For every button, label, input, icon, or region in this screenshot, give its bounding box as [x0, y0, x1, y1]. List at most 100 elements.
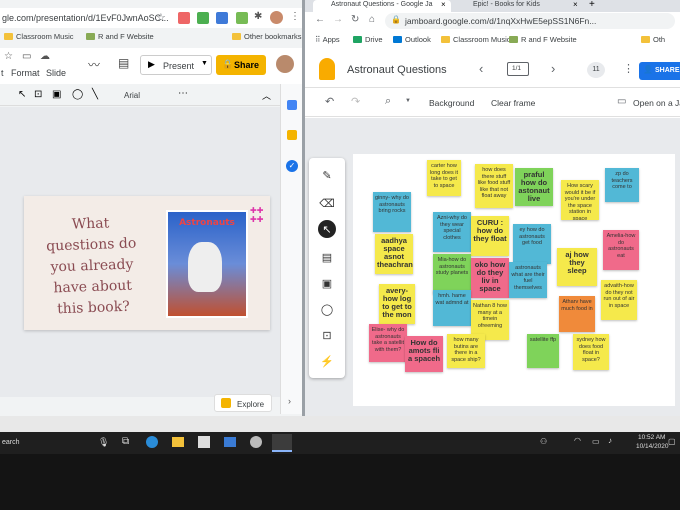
sticky-note[interactable]: praful how do astonaut live	[515, 168, 553, 206]
zoom-icon[interactable]: ⌕	[385, 95, 391, 108]
sticky-note-icon[interactable]: ▤	[318, 248, 336, 266]
avatar[interactable]	[276, 55, 294, 73]
line-icon[interactable]: ╲	[92, 89, 98, 100]
sticky-note[interactable]: Amelia-how do astronauts eat	[603, 230, 639, 270]
tab-epic[interactable]: Epic! - Books for Kids ×	[455, 0, 585, 12]
sticky-note[interactable]: avery-how log to get to the mon	[379, 284, 415, 324]
next-frame-icon[interactable]: ›	[551, 61, 555, 76]
reload-icon[interactable]: ↻	[351, 14, 359, 25]
present-button[interactable]: ▶ Present ▼	[140, 55, 212, 75]
tab-astronaut-questions[interactable]: Astronaut Questions - Google Ja ×	[313, 0, 451, 12]
bookmark-item[interactable]: R and F Website	[86, 32, 154, 41]
slide-text[interactable]: What questions do you already have about…	[36, 212, 148, 321]
sticky-note[interactable]: sydney how does food float in space?	[573, 334, 609, 370]
sticky-note[interactable]: aj how they sleep	[557, 248, 597, 286]
task-view-icon[interactable]: ⧉	[122, 436, 129, 447]
star-icon[interactable]: ☆	[156, 11, 166, 24]
close-icon[interactable]: ×	[573, 0, 578, 9]
more-menu-icon[interactable]: ⋮	[623, 62, 634, 75]
pen-icon[interactable]: ✎	[318, 166, 336, 184]
calendar-icon[interactable]	[287, 100, 297, 110]
sticky-note[interactable]: satellite ffp	[527, 334, 559, 368]
back-icon[interactable]: ←	[315, 14, 325, 25]
jam-canvas[interactable]: carter how long does it take to get to s…	[353, 154, 675, 406]
close-icon[interactable]: ×	[441, 0, 446, 9]
sticky-note[interactable]: how does there stuff like food stuff lik…	[475, 164, 513, 208]
chevron-up-icon[interactable]: ︿	[262, 89, 271, 102]
menu-icon[interactable]: ⋮	[290, 11, 300, 22]
jamboard-logo-icon[interactable]	[319, 58, 335, 80]
bookmark-classroom-music[interactable]: Classroom Music	[441, 35, 511, 44]
avatar[interactable]	[270, 11, 283, 24]
sticky-note[interactable]: How do amots fli a spaceh	[405, 336, 443, 372]
eraser-icon[interactable]: ⌫	[318, 194, 336, 212]
textbox-icon[interactable]: ⊡	[34, 89, 42, 100]
comment-icon[interactable]: ▤	[118, 56, 129, 70]
sticky-note[interactable]: Azni-why do they wear special clothes	[433, 212, 471, 252]
file-explorer-icon[interactable]	[172, 437, 184, 447]
wifi-icon[interactable]: ◠	[574, 436, 581, 445]
chevron-down-icon[interactable]: ▼	[405, 98, 411, 104]
search-box-text[interactable]: earch	[2, 439, 20, 446]
sticky-note[interactable]: ginny- why do astronauts bring rocks	[373, 192, 411, 232]
bookmark-rf-website[interactable]: R and F Website	[509, 35, 577, 44]
book-cover-image[interactable]: Astronauts	[166, 210, 248, 318]
trend-icon[interactable]: 〰	[88, 56, 100, 73]
share-button[interactable]: 🔒 Share	[216, 55, 266, 75]
jam-title[interactable]: Astronaut Questions	[347, 64, 447, 76]
bookmark-item[interactable]: Classroom Music	[4, 32, 74, 41]
redo-icon[interactable]: ↷	[351, 95, 360, 108]
chrome-icon[interactable]	[272, 434, 292, 452]
store-icon[interactable]	[198, 436, 210, 448]
sticky-note[interactable]: ey how do astronauts get food	[513, 224, 551, 264]
sticky-note[interactable]: Elise- why do astronauts take a satellit…	[369, 324, 407, 362]
sticky-note[interactable]: CURU : how do they float	[471, 216, 509, 256]
select-icon[interactable]: ↖	[318, 220, 336, 238]
sticky-note[interactable]: hmh. hame wat admnd at	[433, 290, 471, 326]
app-icon[interactable]	[250, 436, 262, 448]
frame-count-badge[interactable]: 11	[587, 62, 605, 78]
undo-icon[interactable]: ↶	[325, 95, 334, 108]
mail-icon[interactable]	[224, 437, 236, 447]
extension-icon[interactable]	[197, 12, 209, 24]
sticky-note[interactable]: astronauts what are their fuel themselve…	[509, 262, 547, 298]
star-icon[interactable]: ☆	[4, 51, 13, 62]
clock-date[interactable]: 10/14/2020	[636, 443, 669, 450]
edge-icon[interactable]	[146, 436, 158, 448]
forward-icon[interactable]: →	[333, 14, 343, 25]
bookmark-item[interactable]: Other bookmarks	[232, 32, 302, 41]
clock-time[interactable]: 10:52 AM	[638, 434, 665, 441]
extension-icon[interactable]	[178, 12, 190, 24]
sticky-note[interactable]: advaith-how do they not run out of air i…	[601, 280, 637, 320]
menu-item[interactable]: Slide	[46, 68, 66, 78]
extension-icon[interactable]	[216, 12, 228, 24]
sticky-note[interactable]: aadhya space asnot theachran	[375, 234, 413, 274]
menu-item[interactable]: t	[1, 68, 4, 78]
notifications-icon[interactable]: ▢	[668, 437, 676, 446]
cloud-icon[interactable]: ☁	[40, 51, 50, 62]
microphone-icon[interactable]: 🎙	[98, 437, 109, 448]
image-icon[interactable]: ▣	[52, 89, 61, 100]
volume-icon[interactable]: ♪	[608, 436, 612, 445]
background-button[interactable]: Background	[429, 98, 474, 108]
address-bar[interactable]: 🔒 jamboard.google.com/d/1nqXxHwE5epSS1N6…	[385, 13, 675, 29]
extension-icon[interactable]	[236, 12, 248, 24]
sticky-note[interactable]: Atharv have much food in	[559, 296, 595, 332]
circle-icon[interactable]: ◯	[318, 300, 336, 318]
cast-icon[interactable]: ▭	[617, 96, 626, 107]
bookmark-other[interactable]: Oth	[641, 35, 665, 44]
folder-icon[interactable]: ▭	[22, 51, 31, 62]
open-on-jamboard-button[interactable]: Open on a Ja	[633, 98, 680, 108]
home-icon[interactable]: ⌂	[369, 14, 375, 25]
frame-counter[interactable]: 1/1	[507, 62, 529, 76]
bookmark-apps[interactable]: ⠿ Apps	[315, 35, 340, 44]
prev-frame-icon[interactable]: ‹	[479, 61, 483, 76]
textbox-icon[interactable]: ⊡	[318, 326, 336, 344]
new-tab-icon[interactable]: +	[589, 0, 595, 10]
bookmark-drive[interactable]: Drive	[353, 35, 383, 44]
sticky-note[interactable]: carter how long does it take to get to s…	[427, 160, 461, 196]
bookmark-outlook[interactable]: Outlook	[393, 35, 431, 44]
font-select[interactable]: Arial	[124, 91, 140, 100]
explore-button[interactable]: Explore	[214, 394, 272, 412]
sticky-note[interactable]: how many butins are there in a space shi…	[447, 334, 485, 368]
